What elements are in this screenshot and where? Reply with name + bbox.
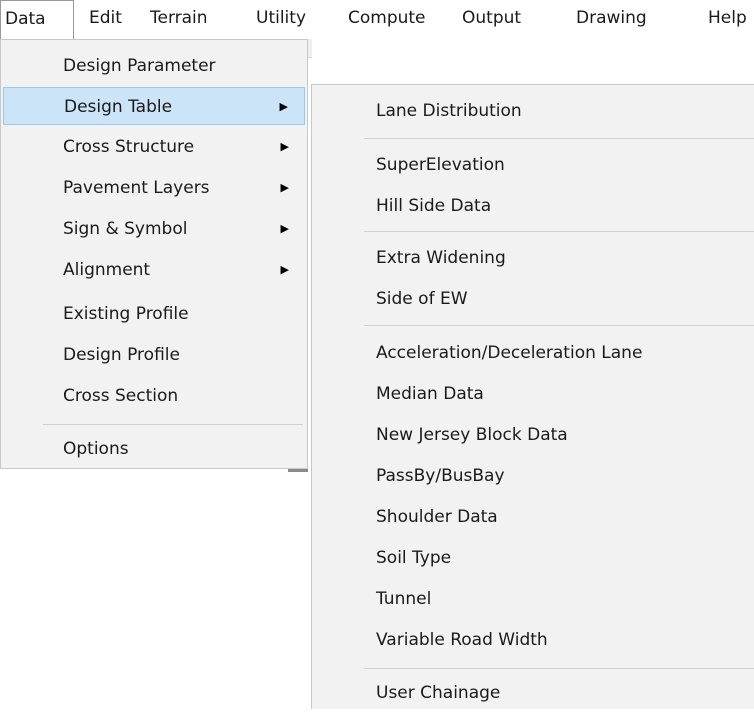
- menu-help[interactable]: Help: [708, 0, 747, 39]
- menu-item-design-parameter[interactable]: Design Parameter: [3, 47, 305, 85]
- menu-item-label: Cross Section: [63, 386, 179, 406]
- submenu-item-user-chainage[interactable]: User Chainage: [312, 674, 754, 712]
- submenu-item-extra-widening[interactable]: Extra Widening: [312, 239, 754, 277]
- menu-separator: [43, 424, 303, 425]
- menu-item-alignment[interactable]: Alignment ▶: [3, 251, 305, 289]
- submenu-item-superelevation[interactable]: SuperElevation: [312, 146, 754, 184]
- submenu-item-hill-side-data[interactable]: Hill Side Data: [312, 187, 754, 225]
- menu-item-options[interactable]: Options: [3, 430, 305, 468]
- submenu-arrow-icon: ▶: [279, 100, 288, 113]
- menu-item-label: Existing Profile: [63, 304, 189, 324]
- menu-item-cross-section[interactable]: Cross Section: [3, 377, 305, 415]
- menu-separator: [364, 231, 754, 232]
- menu-utility[interactable]: Utility: [256, 0, 306, 39]
- menu-item-label: Pavement Layers: [63, 178, 210, 198]
- menu-item-label: Design Profile: [63, 345, 180, 365]
- submenu-item-variable-road-width[interactable]: Variable Road Width: [312, 621, 754, 659]
- menu-shadow: [288, 469, 308, 472]
- menu-edit[interactable]: Edit: [89, 0, 122, 39]
- design-table-submenu: Lane Distribution SuperElevation Hill Si…: [311, 84, 754, 709]
- submenu-item-passby-busbay[interactable]: PassBy/BusBay: [312, 457, 754, 495]
- menu-item-label: Options: [63, 439, 129, 459]
- menu-compute[interactable]: Compute: [348, 0, 426, 39]
- submenu-arrow-icon: ▶: [280, 222, 289, 235]
- submenu-item-lane-distribution[interactable]: Lane Distribution: [312, 92, 754, 130]
- submenu-arrow-icon: ▶: [280, 263, 289, 276]
- submenu-item-median-data[interactable]: Median Data: [312, 375, 754, 413]
- menu-output[interactable]: Output: [462, 0, 521, 39]
- menu-item-label: Alignment: [63, 260, 151, 280]
- menu-item-label: Cross Structure: [63, 137, 195, 157]
- menu-item-existing-profile[interactable]: Existing Profile: [3, 295, 305, 333]
- menu-terrain[interactable]: Terrain: [150, 0, 208, 39]
- menu-separator: [364, 325, 754, 326]
- menu-data[interactable]: Data: [0, 0, 74, 39]
- menu-item-sign-symbol[interactable]: Sign & Symbol ▶: [3, 210, 305, 248]
- menu-item-design-table[interactable]: Design Table ▶: [3, 87, 305, 125]
- submenu-item-acceleration-deceleration-lane[interactable]: Acceleration/Deceleration Lane: [312, 334, 754, 372]
- menu-bar: Data Edit Terrain Utility Compute Output…: [0, 0, 754, 39]
- submenu-item-new-jersey-block-data[interactable]: New Jersey Block Data: [312, 416, 754, 454]
- menu-item-design-profile[interactable]: Design Profile: [3, 336, 305, 374]
- menu-item-label: Design Table: [64, 97, 173, 117]
- menu-item-label: Design Parameter: [63, 56, 216, 76]
- data-menu-dropdown: Design Parameter Design Table ▶ Cross St…: [0, 39, 308, 469]
- submenu-item-tunnel[interactable]: Tunnel: [312, 580, 754, 618]
- menu-item-pavement-layers[interactable]: Pavement Layers ▶: [3, 169, 305, 207]
- menu-separator: [364, 138, 754, 139]
- menu-drawing[interactable]: Drawing: [576, 0, 647, 39]
- submenu-item-side-of-ew[interactable]: Side of EW: [312, 280, 754, 318]
- submenu-arrow-icon: ▶: [280, 140, 289, 153]
- menu-separator: [364, 668, 754, 669]
- submenu-item-shoulder-data[interactable]: Shoulder Data: [312, 498, 754, 536]
- submenu-arrow-icon: ▶: [280, 181, 289, 194]
- menu-item-cross-structure[interactable]: Cross Structure ▶: [3, 128, 305, 166]
- menu-item-label: Sign & Symbol: [63, 219, 188, 239]
- submenu-item-soil-type[interactable]: Soil Type: [312, 539, 754, 577]
